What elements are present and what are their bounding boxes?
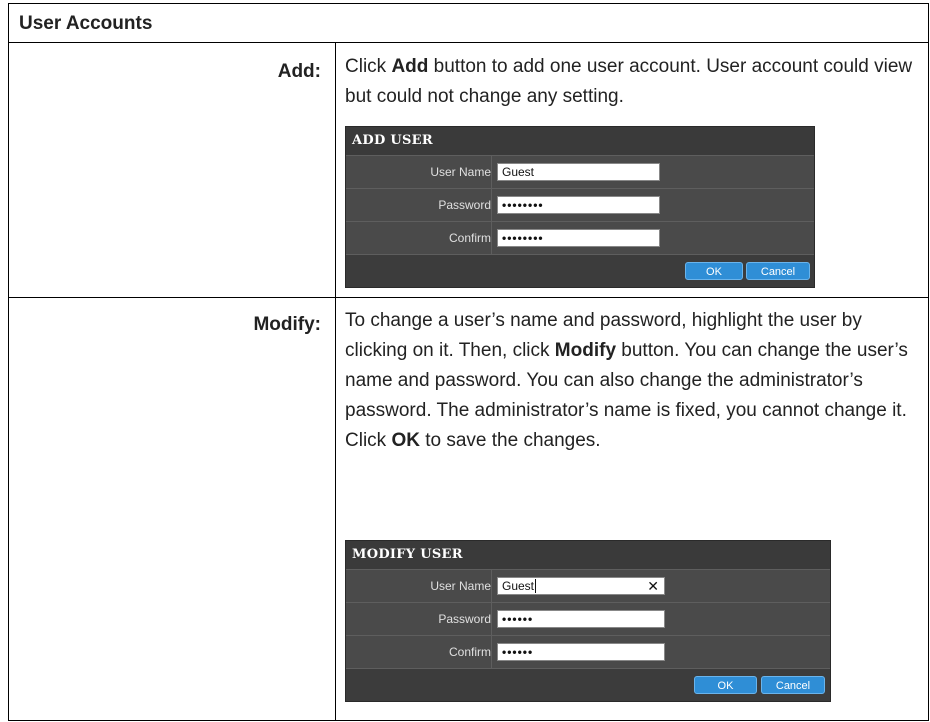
password-input[interactable]: •••••••• bbox=[497, 196, 660, 214]
modify-text-bold2: OK bbox=[391, 430, 420, 451]
modify-user-dialog: MODIFY USER User Name Guest ✕ Password •… bbox=[345, 540, 831, 702]
add-user-dialog-footer: OK Cancel bbox=[346, 254, 814, 287]
column-divider bbox=[335, 42, 336, 720]
username-input[interactable]: Guest ✕ bbox=[497, 577, 665, 595]
confirm-row: Confirm •••••••• bbox=[346, 221, 814, 254]
cancel-button[interactable]: Cancel bbox=[746, 262, 810, 280]
username-label: User Name bbox=[430, 579, 491, 593]
password-label: Password bbox=[438, 612, 491, 626]
add-description: Click Add button to add one user account… bbox=[345, 52, 920, 112]
password-row: Password •••••••• bbox=[346, 188, 814, 221]
section-title: User Accounts bbox=[19, 13, 153, 34]
divider bbox=[9, 42, 928, 43]
add-user-dialog-title: ADD USER bbox=[346, 127, 814, 155]
username-input[interactable]: Guest bbox=[497, 163, 660, 181]
cancel-button[interactable]: Cancel bbox=[761, 676, 825, 694]
add-label: Add: bbox=[277, 61, 321, 82]
row-separator bbox=[491, 189, 492, 221]
password-row: Password •••••• bbox=[346, 602, 830, 635]
username-row: User Name Guest ✕ bbox=[346, 569, 830, 602]
row-separator bbox=[491, 156, 492, 188]
row-separator bbox=[491, 222, 492, 254]
add-text-bold: Add bbox=[391, 56, 429, 77]
clear-icon[interactable]: ✕ bbox=[647, 578, 659, 594]
add-text-prefix: Click bbox=[345, 56, 392, 77]
ok-button[interactable]: OK bbox=[685, 262, 743, 280]
confirm-input[interactable]: •••••••• bbox=[497, 229, 660, 247]
password-label: Password bbox=[438, 198, 491, 212]
ok-button[interactable]: OK bbox=[694, 676, 757, 694]
add-text-suffix: button to add one user account. User acc… bbox=[345, 56, 913, 107]
add-user-dialog: ADD USER User Name Guest Password ••••••… bbox=[345, 126, 815, 288]
confirm-label: Confirm bbox=[448, 231, 491, 245]
modify-label: Modify: bbox=[253, 314, 321, 335]
username-label: User Name bbox=[430, 165, 491, 179]
user-accounts-table: User Accounts Add: Click Add button to a… bbox=[8, 3, 929, 721]
row-separator bbox=[491, 603, 492, 635]
modify-user-dialog-title: MODIFY USER bbox=[346, 541, 830, 569]
modify-text-part3: to save the changes. bbox=[419, 430, 601, 451]
confirm-label: Confirm bbox=[448, 645, 491, 659]
divider bbox=[9, 297, 928, 298]
confirm-input[interactable]: •••••• bbox=[497, 643, 665, 661]
username-value: Guest bbox=[502, 579, 535, 593]
modify-text-bold1: Modify bbox=[554, 340, 617, 361]
text-cursor bbox=[535, 579, 537, 593]
modify-user-dialog-footer: OK Cancel bbox=[346, 668, 830, 701]
row-separator bbox=[491, 636, 492, 668]
modify-description: To change a user’s name and password, hi… bbox=[345, 306, 920, 456]
row-separator bbox=[491, 570, 492, 602]
username-row: User Name Guest bbox=[346, 155, 814, 188]
confirm-row: Confirm •••••• bbox=[346, 635, 830, 668]
password-input[interactable]: •••••• bbox=[497, 610, 665, 628]
